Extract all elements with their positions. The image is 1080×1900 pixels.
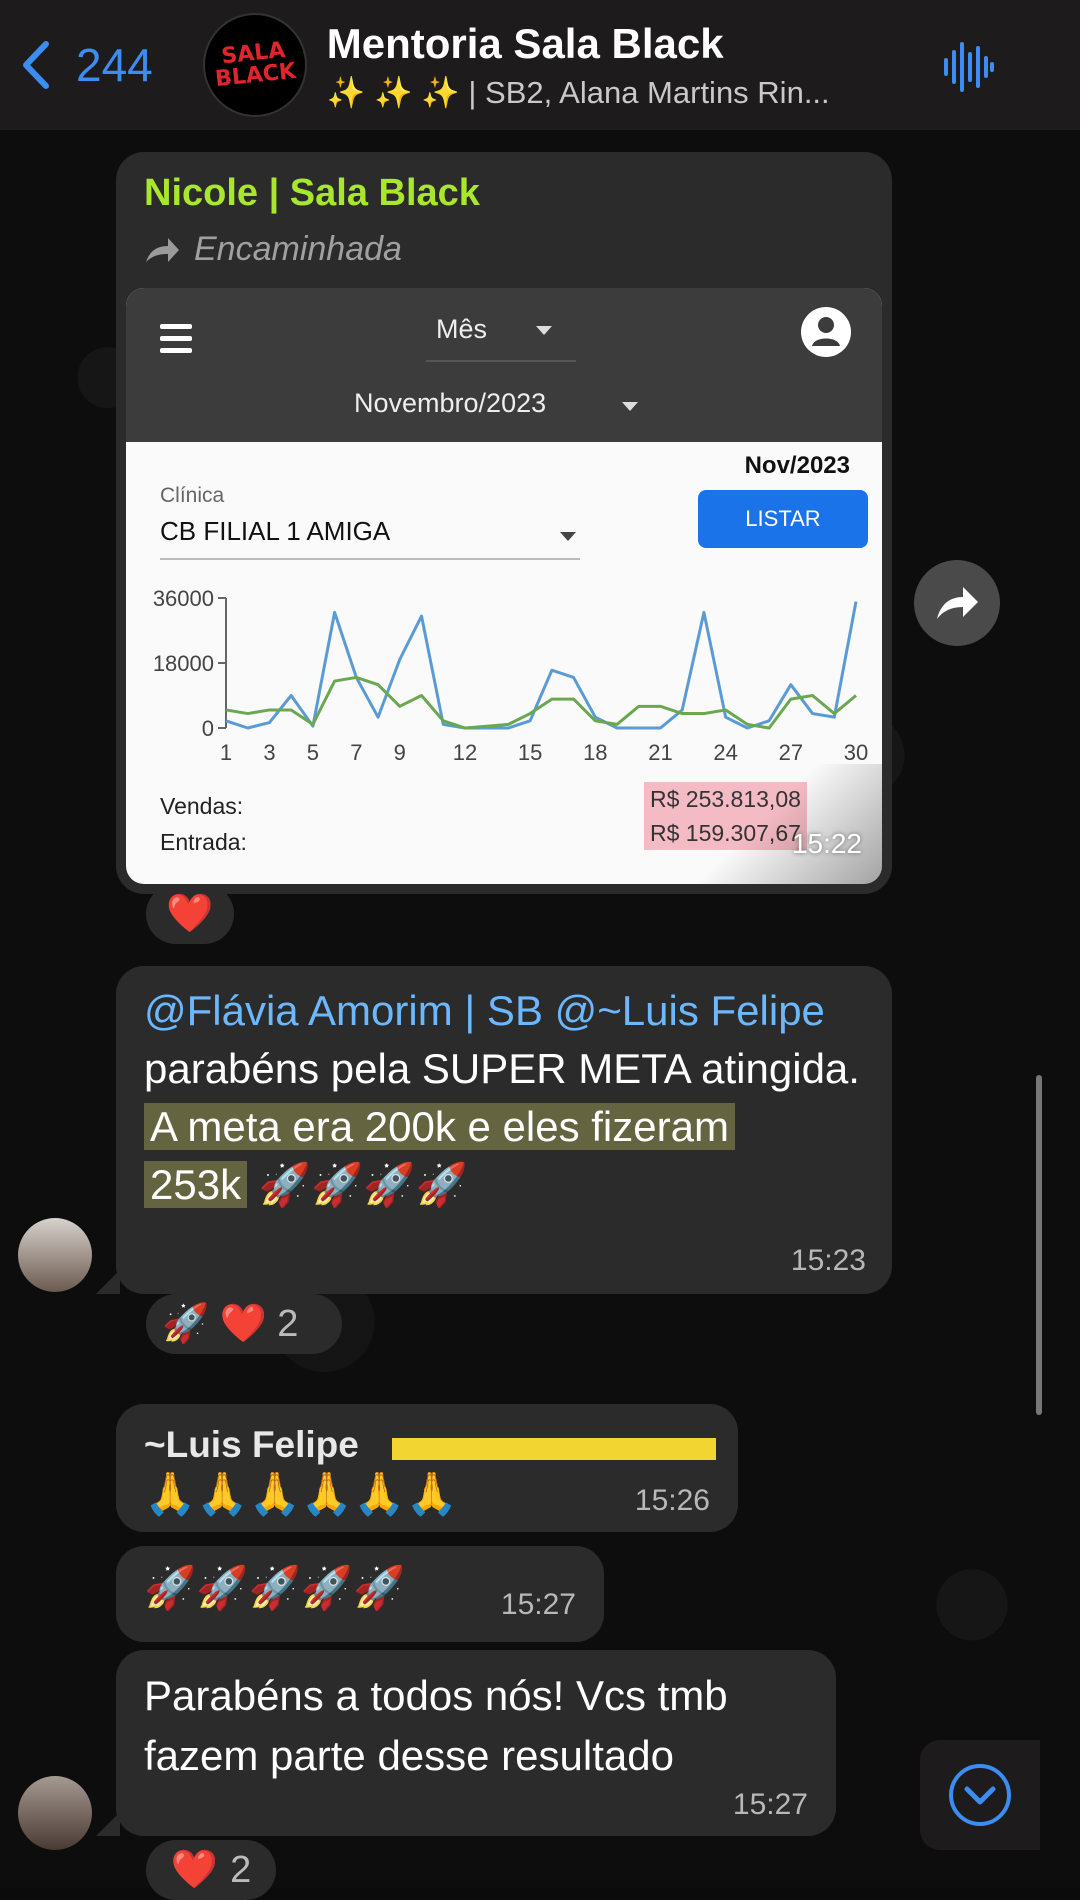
totals-labels: Vendas: Entrada: xyxy=(160,788,247,860)
message-time: 15:27 xyxy=(500,1588,576,1621)
bubble-tail xyxy=(96,1270,120,1294)
reaction-count: 2 xyxy=(277,1302,299,1345)
chevron-down-circle-icon xyxy=(949,1764,1011,1826)
x-tick-label: 24 xyxy=(713,740,737,765)
scroll-to-bottom-button[interactable] xyxy=(920,1740,1040,1850)
x-tick-label: 21 xyxy=(648,740,672,765)
x-tick-label: 15 xyxy=(518,740,542,765)
x-tick-label: 7 xyxy=(350,740,362,765)
entry-label: Entrada: xyxy=(160,829,247,855)
luis-message[interactable]: ~Luis Felipe 🙏🙏🙏🙏🙏🙏 15:26 xyxy=(116,1404,738,1532)
chat-title: Mentoria Sala Black xyxy=(326,19,724,67)
x-tick-label: 30 xyxy=(844,740,868,765)
menu-icon xyxy=(160,324,192,354)
reaction-badge[interactable]: ❤️ 2 xyxy=(146,1840,276,1900)
y-tick-label: 18000 xyxy=(153,651,214,676)
x-tick-label: 18 xyxy=(583,740,607,765)
rocket-emojis: 🚀🚀🚀🚀🚀 xyxy=(144,1564,406,1611)
unread-count: 244 xyxy=(76,39,153,91)
clinic-value: CB FILIAL 1 AMIGA xyxy=(160,516,391,546)
message-line: parabéns pela SUPER META atingida. xyxy=(144,1045,860,1092)
forward-button[interactable] xyxy=(914,560,1000,646)
message-sender[interactable]: ~Luis Felipe xyxy=(144,1424,359,1466)
bubble-tail xyxy=(96,1812,120,1836)
message-text: Parabéns a todos nós! Vcs tmb fazem part… xyxy=(144,1672,728,1779)
mention-link[interactable]: @~Luis Felipe xyxy=(555,987,825,1034)
x-tick-label: 12 xyxy=(453,740,477,765)
chevron-down-icon xyxy=(560,532,576,541)
group-logo-text: SALA BLACK xyxy=(214,37,298,93)
share-arrow-icon xyxy=(937,587,978,619)
sales-line-chart: 0 18000 36000 1 3 5 7 9 12 15 18 21 24 27 30 xyxy=(153,586,868,765)
x-tick-label: 3 xyxy=(263,740,275,765)
message-sender[interactable]: Nicole | Sala Black xyxy=(144,172,480,215)
forwarded-text: Encaminhada xyxy=(194,230,402,268)
reaction-badge[interactable]: 🚀 ❤️ 2 xyxy=(146,1294,342,1354)
redacted-phone xyxy=(392,1438,716,1460)
message-time: 15:22 xyxy=(791,828,862,859)
chevron-down-icon xyxy=(622,402,638,411)
chevron-left-icon xyxy=(23,41,49,89)
forwarded-label: Encaminhada xyxy=(144,230,402,269)
group-avatar[interactable]: SALA BLACK xyxy=(202,13,307,117)
forward-arrow-icon xyxy=(146,237,179,262)
message-time: 15:26 xyxy=(634,1484,710,1517)
heart-reaction: ❤️ xyxy=(166,893,214,935)
y-tick-label: 36000 xyxy=(153,586,214,611)
highlighted-text: A meta era 200k e eles fizeram xyxy=(144,1103,735,1150)
month-select: Novembro/2023 xyxy=(354,388,547,418)
congrats-message[interactable]: @Flávia Amorim | SB @~Luis Felipe parabé… xyxy=(116,966,892,1294)
avatar[interactable] xyxy=(18,1218,92,1292)
timestamp-shade xyxy=(692,764,882,884)
heart-reaction: ❤️ xyxy=(170,1849,219,1891)
period-select: Mês xyxy=(436,314,488,344)
message-text: @Flávia Amorim | SB @~Luis Felipe parabé… xyxy=(144,982,884,1214)
x-tick-label: 9 xyxy=(394,740,406,765)
clinic-label: Clínica xyxy=(160,484,225,507)
message-time: 15:27 xyxy=(732,1788,808,1821)
reaction-count: 2 xyxy=(230,1848,252,1891)
chat-title-block[interactable]: Mentoria Sala Black ✨ ✨ ✨ | SB2, Alana M… xyxy=(327,20,887,111)
y-tick-label: 0 xyxy=(202,716,214,741)
app-topbar: Mês Novembro/2023 xyxy=(126,288,882,442)
audio-wave-icon[interactable] xyxy=(942,40,996,94)
select-underline xyxy=(426,360,576,362)
rocket-emojis: 🚀🚀🚀🚀 xyxy=(258,1161,468,1208)
period-label: Nov/2023 xyxy=(744,452,850,479)
chevron-down-icon xyxy=(536,326,552,335)
chat-subtitle: ✨ ✨ ✨ | SB2, Alana Martins Rin... xyxy=(326,74,830,110)
forwarded-message[interactable]: Nicole | Sala Black Encaminhada Mês Nove… xyxy=(116,152,892,894)
user-account-icon xyxy=(801,307,851,357)
reaction-emojis: 🚀 ❤️ xyxy=(162,1303,268,1345)
x-tick-label: 27 xyxy=(779,740,803,765)
chat-header: 244 SALA BLACK Mentoria Sala Black ✨ ✨ ✨ … xyxy=(0,0,1080,130)
list-button: LISTAR xyxy=(698,490,868,548)
avatar[interactable] xyxy=(18,1776,92,1850)
scrollbar[interactable] xyxy=(1036,1075,1042,1415)
sales-label: Vendas: xyxy=(160,793,244,819)
image-attachment[interactable]: Mês Novembro/2023 Nov/2023 Clínica CB FI… xyxy=(126,288,882,884)
highlighted-text: 253k xyxy=(144,1161,248,1208)
rockets-message[interactable]: 🚀🚀🚀🚀🚀 15:27 xyxy=(116,1546,604,1642)
mention-link[interactable]: @Flávia Amorim | SB xyxy=(144,987,543,1034)
x-tick-label: 1 xyxy=(220,740,232,765)
x-tick-label: 5 xyxy=(307,740,319,765)
back-button[interactable]: 244 xyxy=(18,38,153,92)
reaction-badge[interactable]: ❤️ xyxy=(146,884,234,944)
select-underline xyxy=(160,558,580,560)
message-time: 15:23 xyxy=(790,1244,866,1277)
pray-emojis: 🙏🙏🙏🙏🙏🙏 xyxy=(144,1470,458,1517)
final-message[interactable]: Parabéns a todos nós! Vcs tmb fazem part… xyxy=(116,1650,836,1836)
